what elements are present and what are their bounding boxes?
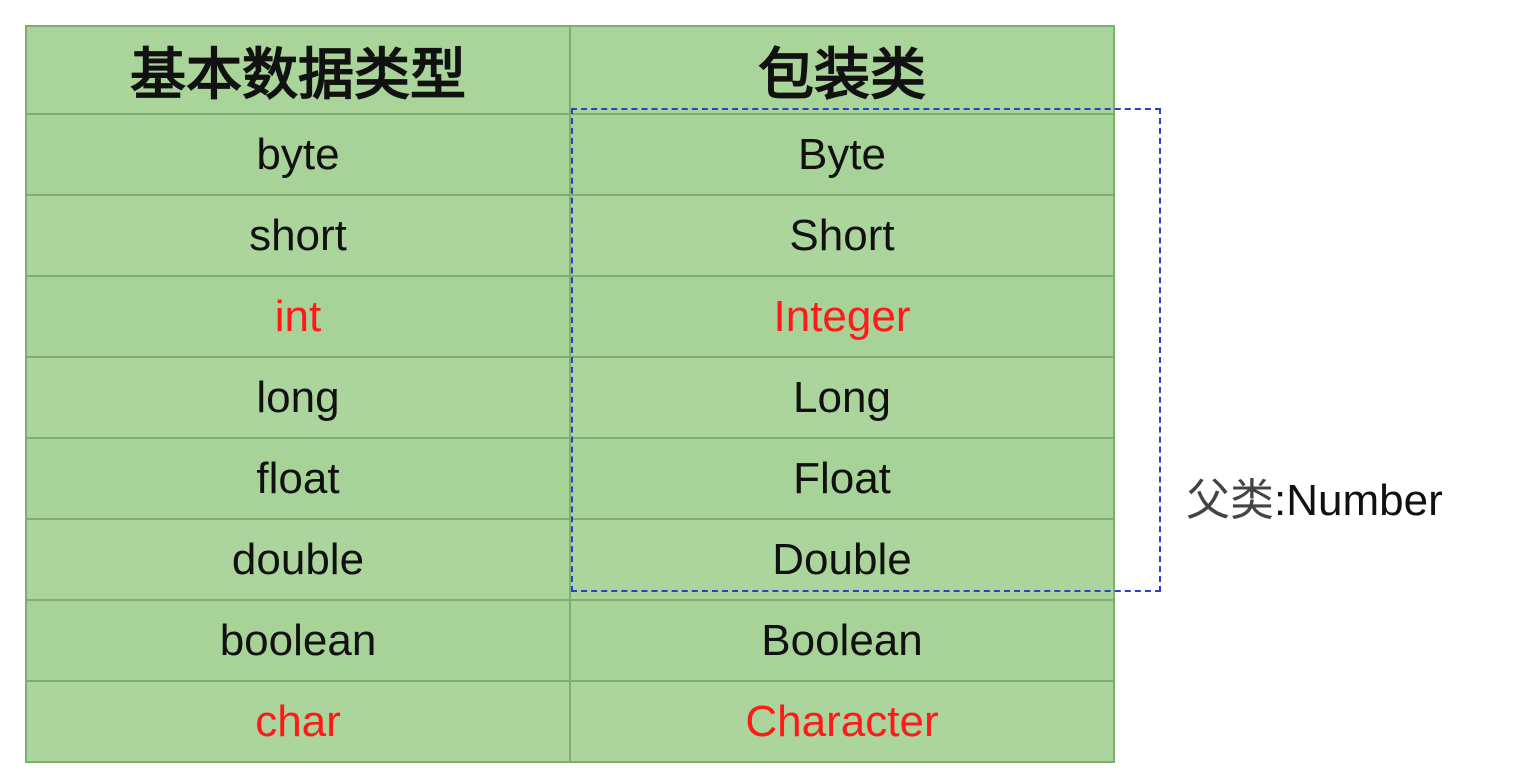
wrapper-cell: Float xyxy=(569,437,1115,520)
header-row: 基本数据类型 包装类 xyxy=(25,25,1115,115)
primitive-cell: short xyxy=(25,194,571,277)
table-row: double Double xyxy=(25,518,1115,601)
table-row: char Character xyxy=(25,680,1115,763)
table-row: boolean Boolean xyxy=(25,599,1115,682)
table-row: byte Byte xyxy=(25,113,1115,196)
primitive-cell: long xyxy=(25,356,571,439)
wrapper-cell: Integer xyxy=(569,275,1115,358)
wrapper-cell: Byte xyxy=(569,113,1115,196)
table-row: long Long xyxy=(25,356,1115,439)
table-row: int Integer xyxy=(25,275,1115,358)
wrapper-cell: Double xyxy=(569,518,1115,601)
primitive-cell: double xyxy=(25,518,571,601)
primitive-cell: boolean xyxy=(25,599,571,682)
wrapper-cell: Boolean xyxy=(569,599,1115,682)
table-row: short Short xyxy=(25,194,1115,277)
parent-class-prefix: 父类 xyxy=(1186,475,1274,526)
primitive-cell: float xyxy=(25,437,571,520)
wrapper-cell: Character xyxy=(569,680,1115,763)
primitive-cell: byte xyxy=(25,113,571,196)
header-primitive-type: 基本数据类型 xyxy=(25,25,571,115)
primitive-cell: int xyxy=(25,275,571,358)
wrapper-cell: Short xyxy=(569,194,1115,277)
wrapper-cell: Long xyxy=(569,356,1115,439)
parent-class-annotation: 父类:Number xyxy=(1186,464,1443,528)
primitive-cell: char xyxy=(25,680,571,763)
header-wrapper-class: 包装类 xyxy=(569,25,1115,115)
parent-class-name: :Number xyxy=(1274,476,1443,525)
wrapper-class-table: 基本数据类型 包装类 byte Byte short Short int Int… xyxy=(25,25,1115,763)
table-row: float Float xyxy=(25,437,1115,520)
